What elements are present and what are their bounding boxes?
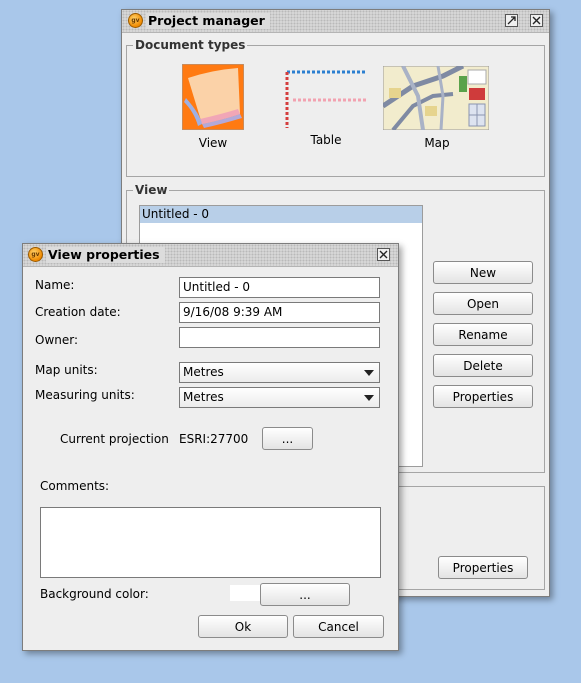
projection-label: Current projection xyxy=(60,432,169,446)
map-units-value: Metres xyxy=(183,365,224,379)
open-button[interactable]: Open xyxy=(433,292,533,315)
view-properties-dialog: gv View properties Name: Untitled - 0 Cr… xyxy=(22,243,399,651)
chevron-down-icon xyxy=(364,395,374,401)
projection-button[interactable]: ... xyxy=(262,427,313,450)
maximize-icon[interactable] xyxy=(505,14,518,27)
projection-value: ESRI:27700 xyxy=(179,432,249,446)
project-properties-button[interactable]: Properties xyxy=(438,556,528,579)
new-button[interactable]: New xyxy=(433,261,533,284)
view-properties-button[interactable]: Properties xyxy=(433,385,533,408)
view-doc-label: View xyxy=(198,136,228,150)
owner-label: Owner: xyxy=(35,333,79,347)
map-doc-label: Map xyxy=(424,136,450,150)
document-types-group: Document types View Table Map xyxy=(126,38,545,177)
window-title: Project manager xyxy=(146,13,270,29)
creation-date-field[interactable]: 9/16/08 9:39 AM xyxy=(179,302,380,323)
gvsig-app-icon: gv xyxy=(28,247,43,262)
cancel-button[interactable]: Cancel xyxy=(293,615,384,638)
measuring-units-select[interactable]: Metres xyxy=(179,387,380,408)
close-icon[interactable] xyxy=(530,14,543,27)
measuring-units-label: Measuring units: xyxy=(35,388,135,402)
view-properties-titlebar[interactable]: gv View properties xyxy=(23,244,398,267)
name-field[interactable]: Untitled - 0 xyxy=(179,277,380,298)
owner-field[interactable] xyxy=(179,327,380,348)
table-document-icon[interactable] xyxy=(283,68,371,132)
view-group-title: View xyxy=(133,183,170,197)
map-document-icon[interactable] xyxy=(381,63,490,132)
close-icon[interactable] xyxy=(377,248,390,261)
dialog-title: View properties xyxy=(46,247,165,263)
map-units-select[interactable]: Metres xyxy=(179,362,380,383)
name-label: Name: xyxy=(35,278,75,292)
comments-label: Comments: xyxy=(40,479,110,493)
table-doc-label: Table xyxy=(310,133,342,147)
rename-button[interactable]: Rename xyxy=(433,323,533,346)
project-manager-titlebar[interactable]: gv Project manager xyxy=(122,10,549,33)
delete-button[interactable]: Delete xyxy=(433,354,533,377)
ok-button[interactable]: Ok xyxy=(198,615,288,638)
gvsig-app-icon: gv xyxy=(128,13,143,28)
measuring-units-value: Metres xyxy=(183,390,224,404)
creation-date-label: Creation date: xyxy=(35,305,121,319)
map-units-label: Map units: xyxy=(35,363,98,377)
view-document-icon[interactable] xyxy=(181,63,245,131)
background-color-swatch xyxy=(230,585,260,601)
list-item[interactable]: Untitled - 0 xyxy=(140,206,422,223)
background-color-button[interactable]: ... xyxy=(260,583,350,606)
comments-textarea[interactable] xyxy=(40,507,381,578)
document-types-title: Document types xyxy=(133,38,248,52)
chevron-down-icon xyxy=(364,370,374,376)
background-color-label: Background color: xyxy=(40,587,149,601)
